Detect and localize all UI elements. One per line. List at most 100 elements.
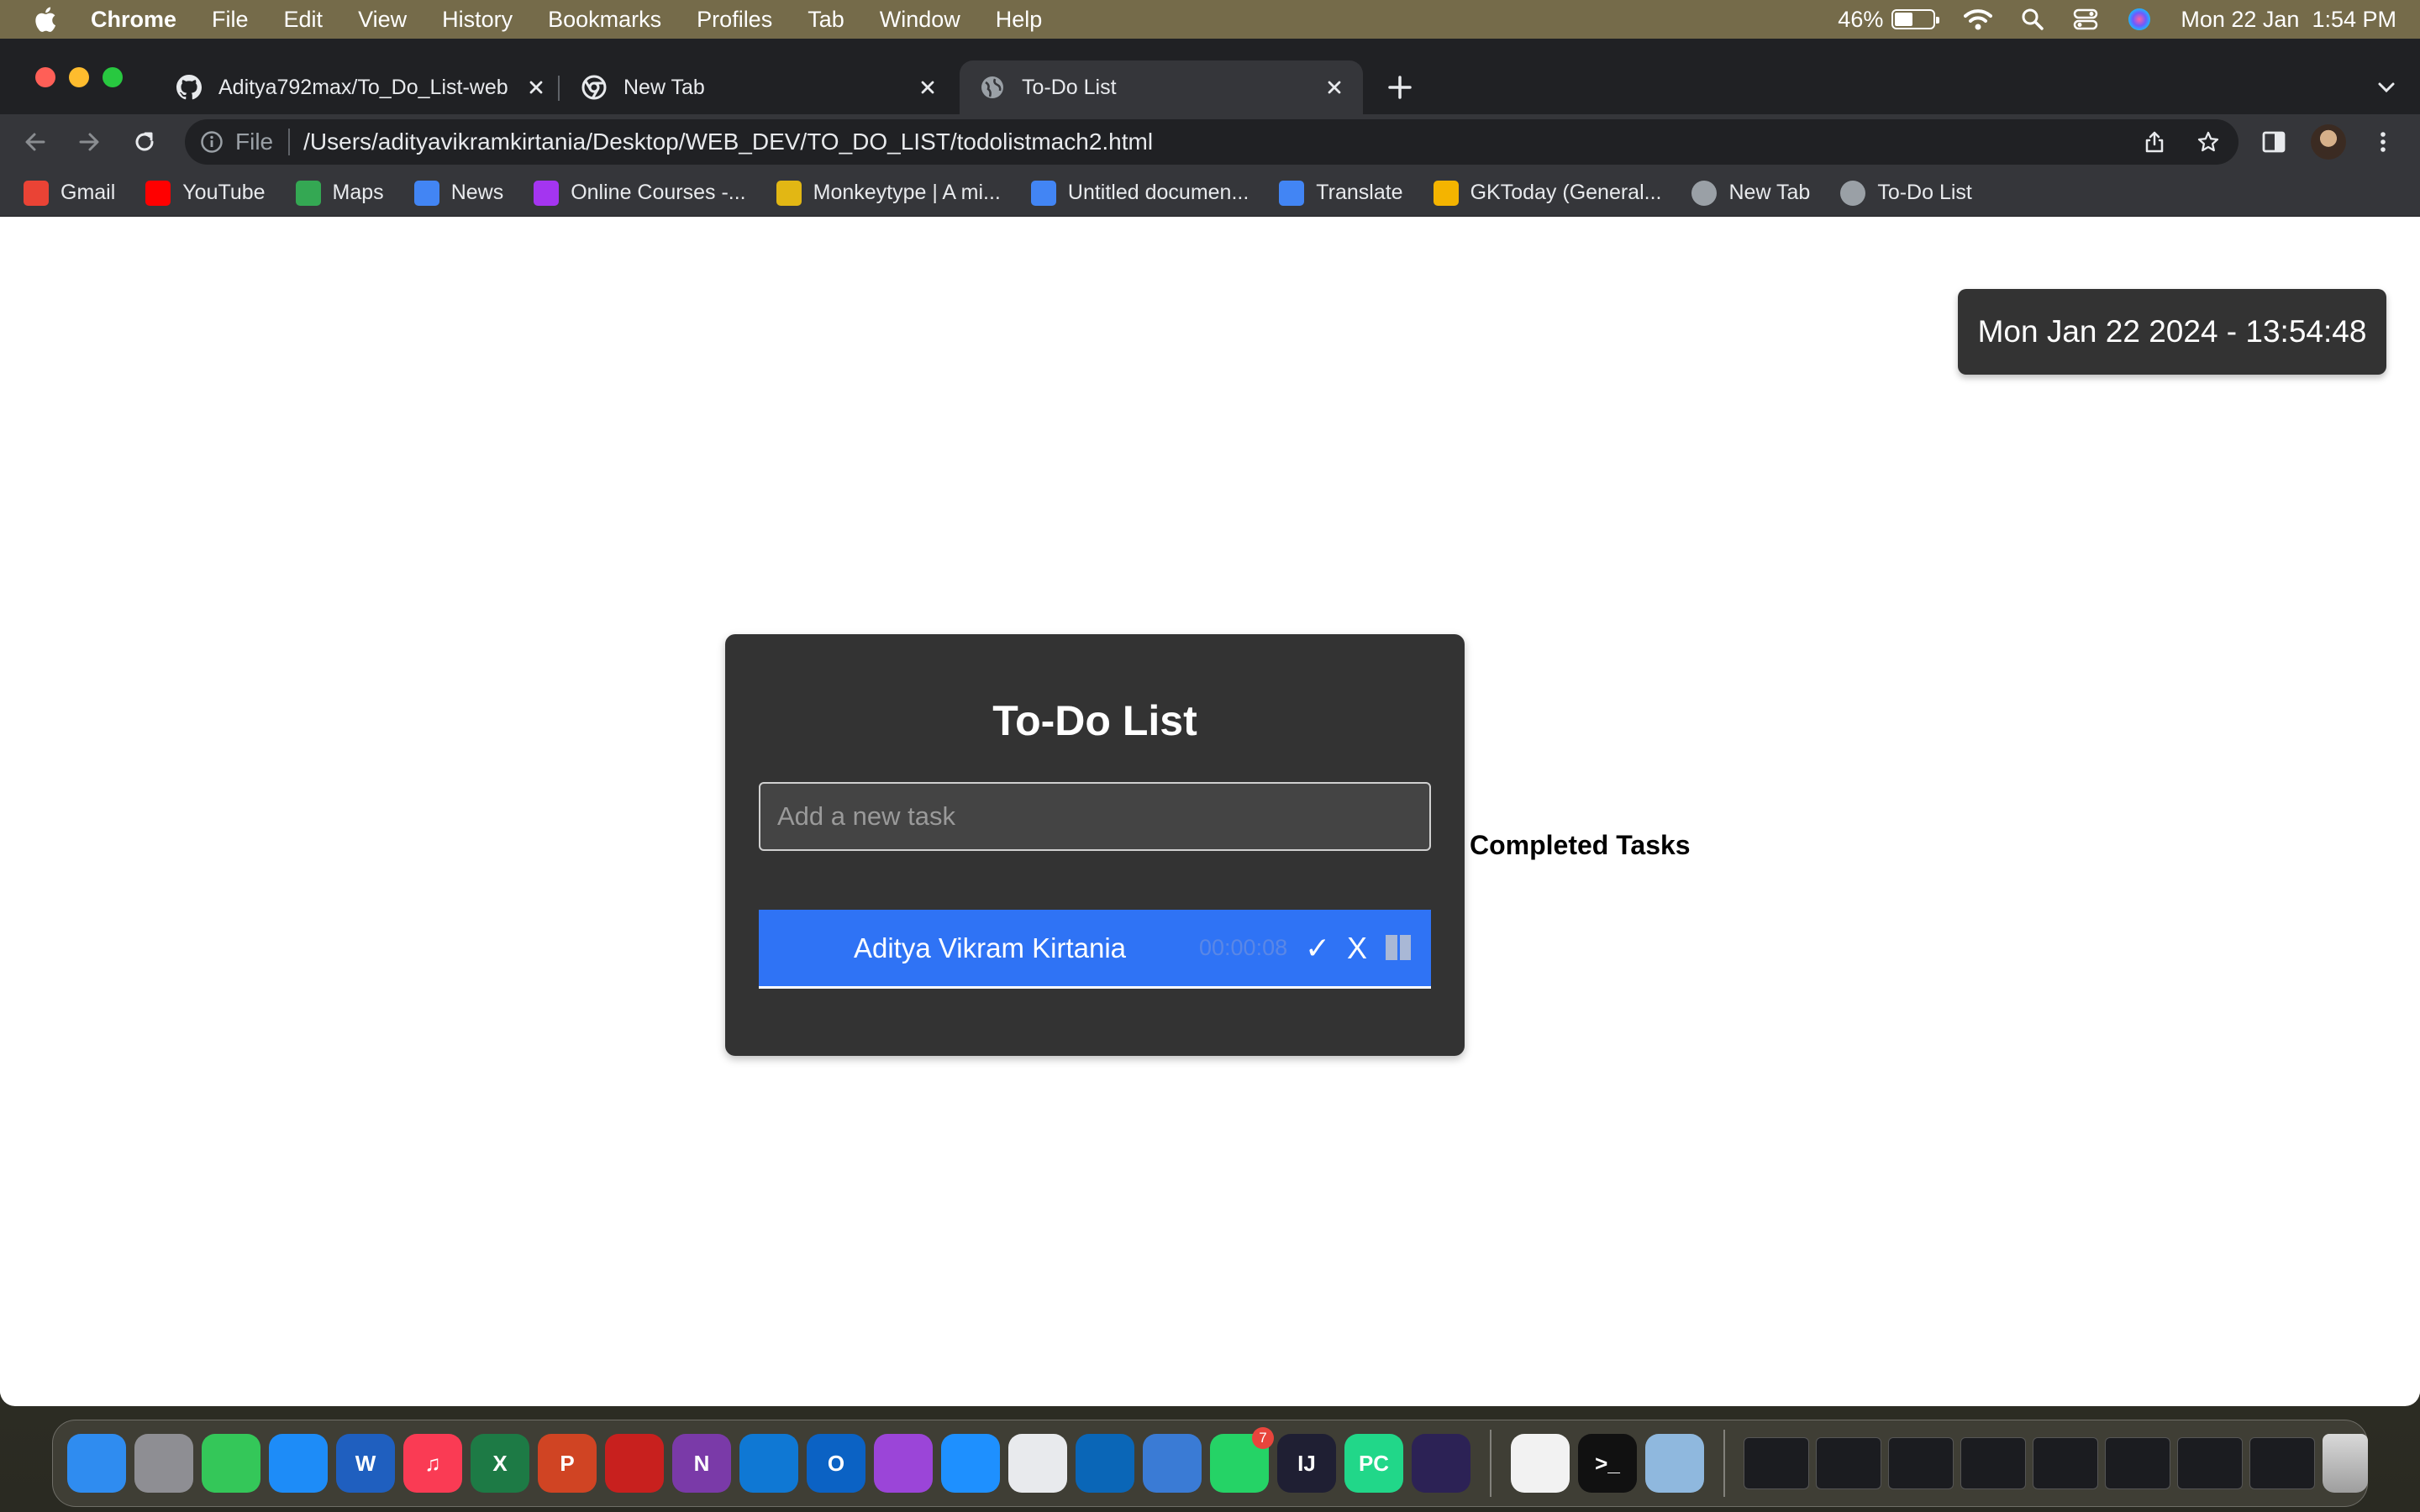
minimized-window-thumbnail[interactable]: [1816, 1437, 1881, 1489]
udemy-icon: [534, 180, 560, 206]
battery-status[interactable]: 46%: [1838, 7, 1940, 33]
menu-help[interactable]: Help: [996, 7, 1043, 33]
minimized-window-thumbnail[interactable]: [2105, 1437, 2170, 1489]
spotlight-search-icon[interactable]: [2021, 8, 2044, 31]
safari-icon[interactable]: [941, 1434, 1000, 1493]
facetime-icon[interactable]: [202, 1434, 260, 1493]
monkeytype-icon: [776, 180, 802, 206]
bookmark-item[interactable]: News: [413, 180, 503, 206]
menu-tab[interactable]: Tab: [808, 7, 844, 33]
bookmark-item[interactable]: Translate: [1279, 180, 1403, 206]
tab-new-tab[interactable]: New Tab: [561, 60, 956, 114]
textedit-icon[interactable]: [1511, 1434, 1570, 1493]
tab-github[interactable]: Aditya792max/To_Do_List-web: [156, 60, 560, 114]
menu-view[interactable]: View: [358, 7, 407, 33]
vscode-icon[interactable]: [1076, 1434, 1134, 1493]
minimized-window-thumbnail[interactable]: [1888, 1437, 1954, 1489]
pycharm-icon[interactable]: PC: [1344, 1434, 1403, 1493]
acrobat-icon[interactable]: [605, 1434, 664, 1493]
music-icon[interactable]: ♫: [403, 1434, 462, 1493]
github-icon: [176, 75, 202, 100]
url-text[interactable]: /Users/adityavikramkirtania/Desktop/WEB_…: [303, 129, 1153, 155]
chrome-dock-icon[interactable]: [1008, 1434, 1067, 1493]
menu-app-name[interactable]: Chrome: [91, 7, 176, 33]
back-icon[interactable]: [22, 129, 49, 155]
onenote-icon[interactable]: N: [672, 1434, 731, 1493]
terminal-icon[interactable]: >_: [1578, 1434, 1637, 1493]
more-menu-icon[interactable]: [2370, 129, 2396, 155]
minimized-window-thumbnail[interactable]: [2249, 1437, 2315, 1489]
bookmark-star-icon[interactable]: [2196, 130, 2220, 154]
launchpad-icon[interactable]: [134, 1434, 193, 1493]
podcasts-icon[interactable]: [874, 1434, 933, 1493]
new-task-input[interactable]: [759, 782, 1431, 851]
preview-icon[interactable]: [1645, 1434, 1704, 1493]
profile-avatar[interactable]: [2311, 124, 2346, 160]
tab-title: New Tab: [623, 75, 705, 99]
complete-task-button[interactable]: ✓: [1305, 931, 1330, 966]
close-tab-icon[interactable]: [914, 74, 941, 101]
bookmark-item[interactable]: New Tab: [1691, 180, 1811, 206]
battery-level: [1895, 13, 1912, 26]
outlook-icon[interactable]: O: [807, 1434, 865, 1493]
menu-file[interactable]: File: [212, 7, 249, 33]
app-store-icon[interactable]: [269, 1434, 328, 1493]
dock-app-glyph: PC: [1358, 1450, 1390, 1476]
forward-icon[interactable]: [76, 129, 103, 155]
finder-icon[interactable]: [67, 1434, 126, 1493]
bookmark-item[interactable]: YouTube: [145, 180, 266, 206]
tab-todo-list[interactable]: To-Do List: [960, 60, 1363, 114]
zoom-window-button[interactable]: [103, 67, 123, 87]
bookmark-item[interactable]: Monkeytype | A mi...: [776, 180, 1001, 206]
minimize-window-button[interactable]: [69, 67, 89, 87]
new-tab-button[interactable]: [1383, 71, 1417, 104]
menu-window[interactable]: Window: [880, 7, 960, 33]
minimized-window-thumbnail[interactable]: [1960, 1437, 2026, 1489]
bookmark-label: New Tab: [1728, 181, 1811, 204]
task-item[interactable]: Aditya Vikram Kirtania 00:00:08 ✓ X: [759, 910, 1431, 989]
menu-bar-clock[interactable]: Mon 22 Jan 1:54 PM: [2181, 7, 2396, 33]
wifi-icon[interactable]: [1964, 8, 1993, 31]
minimized-window-thumbnail[interactable]: [2177, 1437, 2243, 1489]
eclipse-icon[interactable]: [1412, 1434, 1470, 1493]
minimized-window-thumbnail[interactable]: [2033, 1437, 2098, 1489]
translate-icon: [1279, 180, 1305, 206]
bookmark-item[interactable]: To-Do List: [1840, 180, 1972, 206]
bookmark-label: Gmail: [60, 181, 116, 204]
site-info-icon[interactable]: [200, 130, 224, 154]
bookmark-item[interactable]: Maps: [295, 180, 384, 206]
whatsapp-icon[interactable]: 7: [1210, 1427, 1274, 1493]
menu-history[interactable]: History: [442, 7, 513, 33]
powerpoint-icon[interactable]: P: [538, 1434, 597, 1493]
share-icon[interactable]: [2143, 130, 2166, 154]
bookmark-item[interactable]: Online Courses -...: [534, 180, 746, 206]
menu-edit[interactable]: Edit: [284, 7, 324, 33]
xcode-instruments-icon[interactable]: [1143, 1434, 1202, 1493]
apple-menu-icon[interactable]: [32, 5, 57, 34]
siri-icon[interactable]: [2127, 7, 2152, 32]
reload-icon[interactable]: [131, 129, 158, 155]
excel-icon[interactable]: X: [471, 1434, 529, 1493]
address-bar[interactable]: File /Users/adityavikramkirtania/Desktop…: [185, 119, 2238, 165]
close-window-button[interactable]: [35, 67, 55, 87]
menu-profiles[interactable]: Profiles: [697, 7, 772, 33]
dock-app-glyph: ♫: [424, 1450, 441, 1476]
delete-task-button[interactable]: X: [1347, 931, 1367, 966]
side-panel-icon[interactable]: [2260, 129, 2287, 155]
close-tab-icon[interactable]: [523, 74, 550, 101]
close-tab-icon[interactable]: [1321, 74, 1348, 101]
control-center-icon[interactable]: [2073, 8, 2098, 31]
menu-bookmarks[interactable]: Bookmarks: [548, 7, 661, 33]
tab-search-chevron-icon[interactable]: [2375, 76, 2398, 99]
bookmark-item[interactable]: Untitled documen...: [1030, 180, 1249, 206]
bookmark-item[interactable]: Gmail: [24, 180, 116, 206]
word-icon[interactable]: W: [336, 1434, 395, 1493]
intellij-icon[interactable]: IJ: [1277, 1434, 1336, 1493]
minimized-window-thumbnail[interactable]: [1744, 1437, 1809, 1489]
trash-icon[interactable]: [2323, 1434, 2368, 1493]
pause-timer-icon[interactable]: [1386, 935, 1411, 960]
globe-icon: [1691, 180, 1718, 206]
bookmark-label: Maps: [332, 181, 384, 204]
onedrive-icon[interactable]: [739, 1434, 798, 1493]
bookmark-item[interactable]: GKToday (General...: [1433, 180, 1661, 206]
